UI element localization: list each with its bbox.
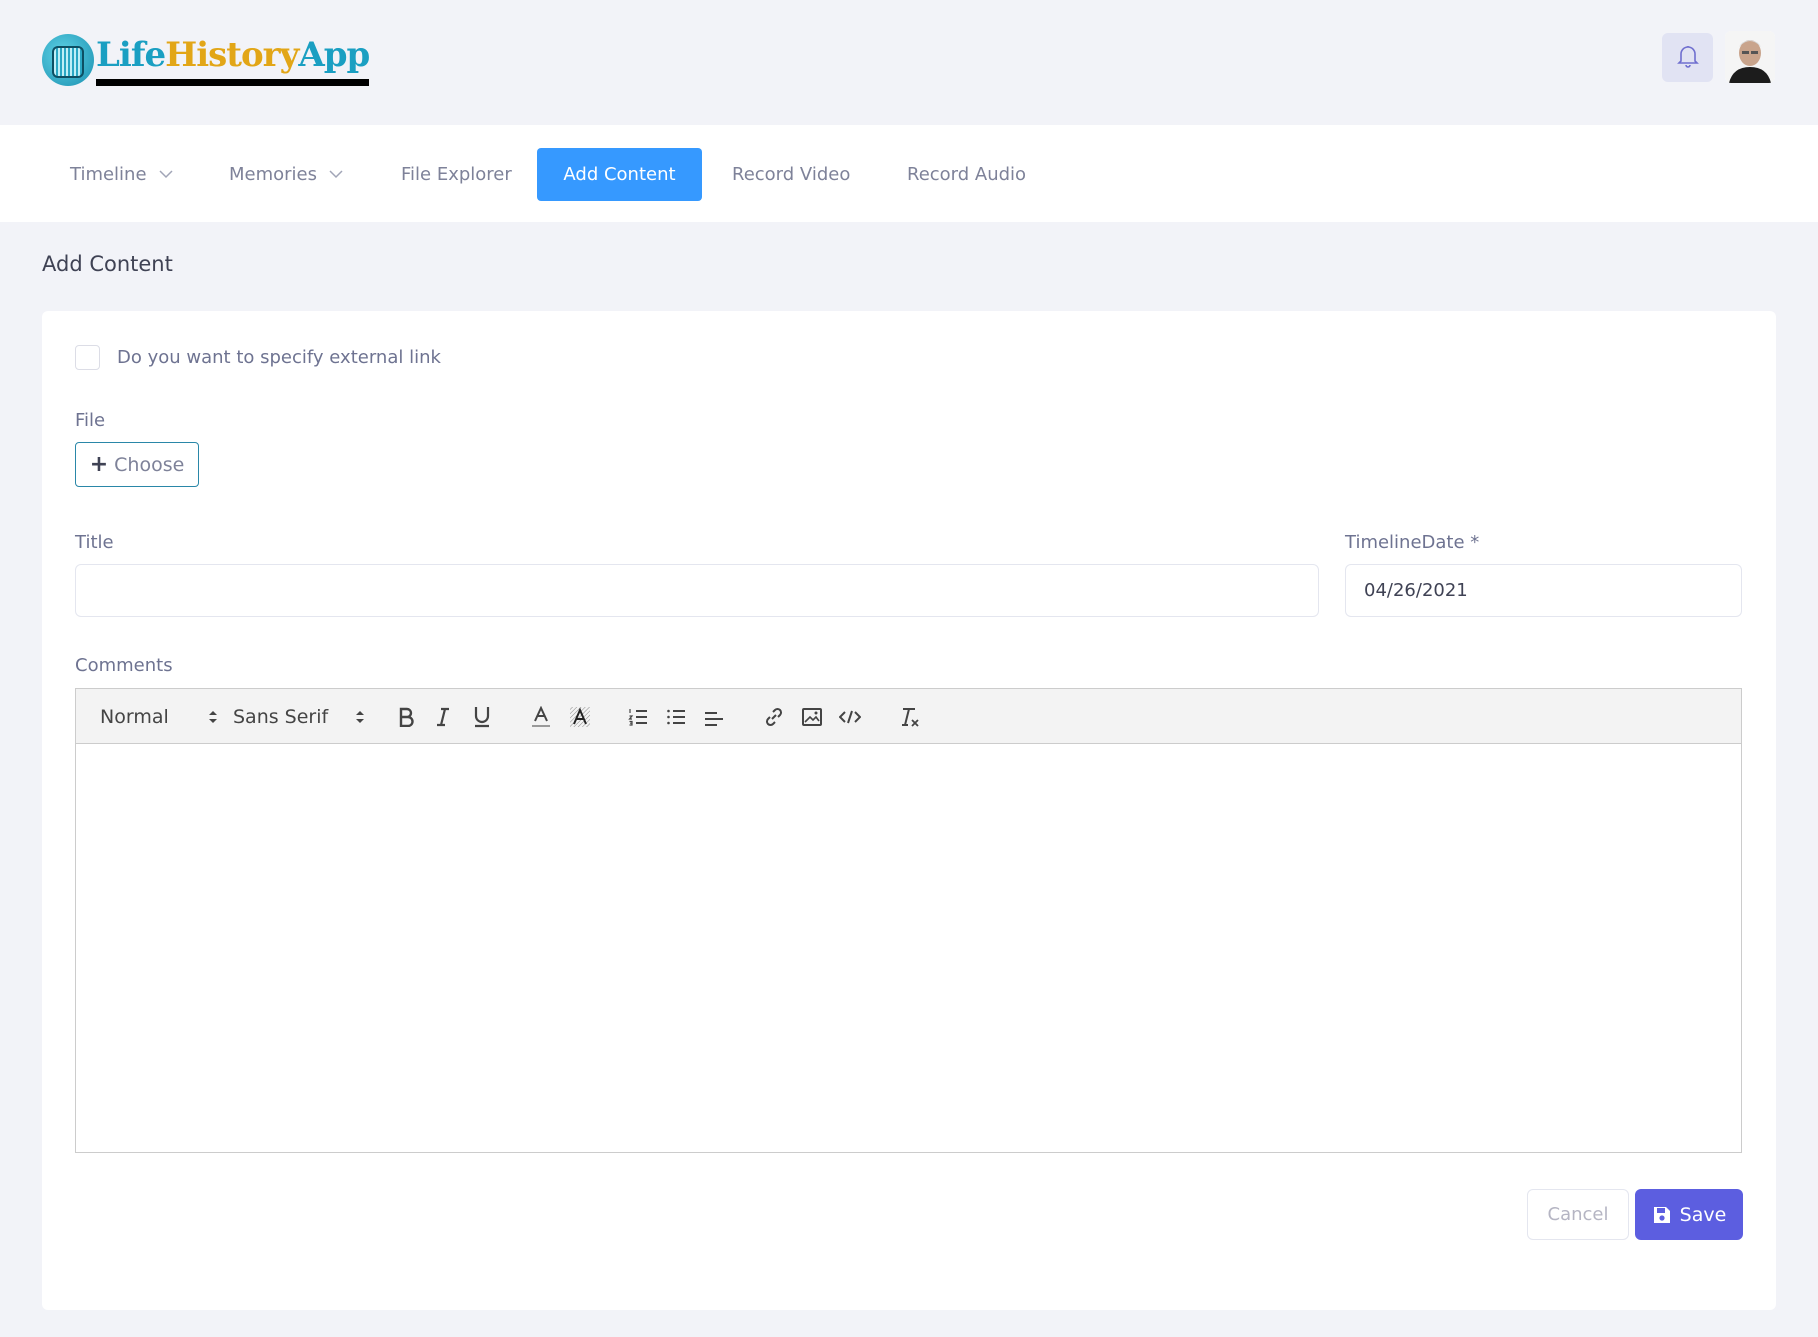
header-format-select[interactable]: Normal — [100, 689, 218, 744]
image-icon — [802, 707, 822, 726]
comments-editor-body[interactable] — [76, 744, 1741, 1152]
clear-format-button[interactable] — [899, 689, 921, 744]
font-family-select[interactable]: Sans Serif — [233, 689, 365, 744]
save-icon — [1652, 1205, 1672, 1225]
link-icon — [764, 707, 784, 727]
code-block-button[interactable] — [839, 689, 861, 744]
add-content-card: Do you want to specify external link Fil… — [42, 311, 1776, 1310]
nav-memories[interactable]: Memories — [229, 148, 343, 201]
timeline-date-label: TimelineDate * — [1345, 532, 1480, 553]
clear-format-icon — [899, 706, 921, 728]
choose-file-button[interactable]: + Choose — [75, 442, 199, 487]
select-arrows-icon — [208, 709, 218, 725]
user-avatar[interactable] — [1725, 31, 1775, 83]
comments-editor: Normal Sans Serif — [75, 688, 1742, 1153]
align-button[interactable] — [704, 689, 724, 744]
cancel-button[interactable]: Cancel — [1527, 1189, 1629, 1240]
app-logo[interactable]: LifeHistoryApp — [42, 30, 370, 90]
bold-button[interactable] — [397, 689, 415, 744]
title-label: Title — [75, 532, 114, 553]
logo-text: LifeHistoryApp — [96, 35, 370, 86]
save-button[interactable]: Save — [1635, 1189, 1743, 1240]
text-color-icon — [531, 705, 551, 728]
bullet-list-button[interactable] — [666, 689, 686, 744]
italic-icon — [435, 707, 451, 727]
underline-button[interactable] — [473, 689, 491, 744]
nav-record-audio[interactable]: Record Audio — [907, 148, 1026, 201]
select-arrows-icon — [355, 709, 365, 725]
main-nav: Timeline Memories File Explorer Add Cont… — [0, 125, 1818, 222]
text-color-button[interactable] — [531, 689, 551, 744]
bullet-list-icon — [666, 707, 686, 727]
top-header: LifeHistoryApp — [0, 0, 1818, 125]
nav-add-content[interactable]: Add Content — [537, 148, 702, 201]
link-button[interactable] — [764, 689, 784, 744]
book-logo-icon — [42, 34, 94, 86]
file-label: File — [75, 410, 106, 431]
background-color-button[interactable] — [569, 689, 591, 744]
external-link-checkbox[interactable] — [75, 345, 100, 370]
chevron-down-icon — [159, 170, 173, 179]
editor-toolbar: Normal Sans Serif — [76, 689, 1741, 744]
title-input[interactable] — [75, 564, 1319, 617]
highlight-color-icon — [569, 706, 591, 728]
comments-label: Comments — [75, 655, 173, 676]
timeline-date-input[interactable]: 04/26/2021 — [1345, 564, 1742, 617]
ordered-list-button[interactable] — [628, 689, 648, 744]
align-left-icon — [704, 707, 724, 727]
italic-button[interactable] — [435, 689, 451, 744]
page-title: Add Content — [42, 252, 173, 276]
bold-icon — [397, 707, 415, 727]
code-icon — [839, 709, 861, 725]
nav-record-video[interactable]: Record Video — [732, 148, 850, 201]
plus-icon: + — [89, 452, 109, 477]
chevron-down-icon — [329, 170, 343, 179]
notifications-button[interactable] — [1662, 33, 1713, 82]
bell-icon — [1676, 44, 1699, 72]
external-link-label: Do you want to specify external link — [117, 347, 441, 368]
nav-timeline[interactable]: Timeline — [70, 148, 173, 201]
nav-file-explorer[interactable]: File Explorer — [401, 148, 512, 201]
ordered-list-icon — [628, 707, 648, 727]
underline-icon — [473, 706, 491, 728]
image-button[interactable] — [802, 689, 822, 744]
